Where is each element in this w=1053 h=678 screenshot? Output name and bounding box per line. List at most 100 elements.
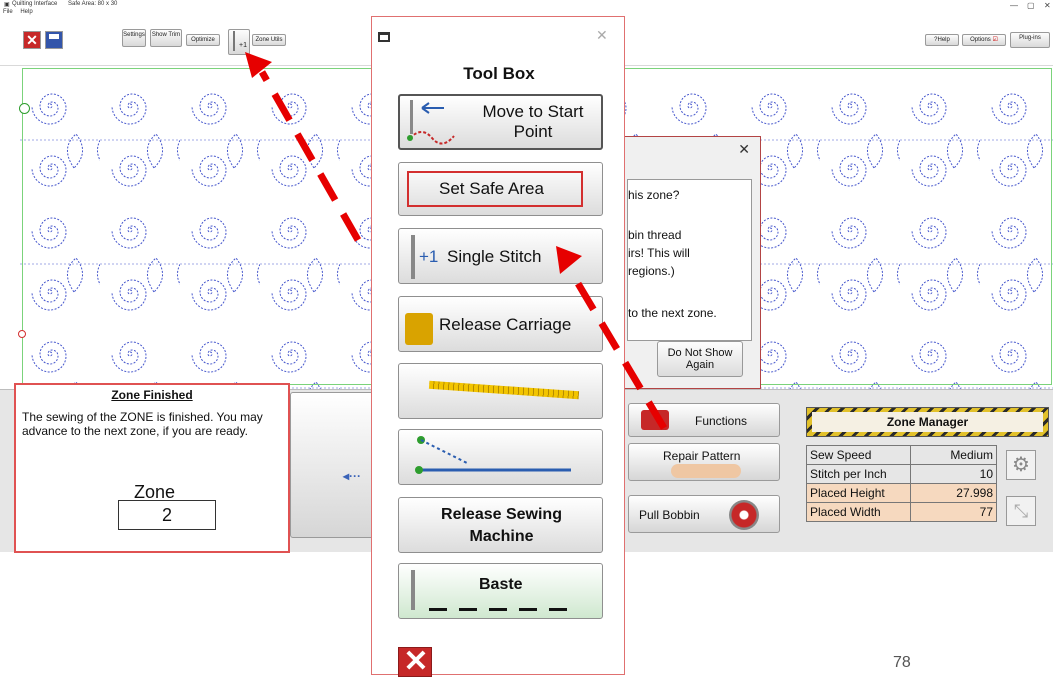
line-tool-button[interactable] [398,429,603,485]
line-tool-icon [415,436,571,474]
dialog-close-icon[interactable]: ✕ [738,141,750,158]
move-to-start-icon [407,100,455,145]
exit-icon[interactable]: ✕ [23,31,41,49]
sew-speed-value[interactable]: Medium [910,445,997,465]
zone-finished-panel: Zone Finished The sewing of the ZONE is … [14,383,290,553]
options-button[interactable]: Options ☑ [962,34,1006,46]
single-stitch-badge: +1 [419,247,439,266]
end-point-marker[interactable] [18,330,26,338]
options-check-icon: ☑ [992,37,998,43]
toolbox-panel: ✕ Tool Box Move to Start Point Set Safe … [371,16,625,677]
baste-stitch-icon [429,608,579,611]
window-icon [378,32,390,42]
stitch-per-inch-value[interactable]: 10 [910,464,997,484]
bandage-icon [671,464,741,478]
show-trim-label: Show Trim [151,32,181,38]
gear-icon[interactable]: ⚙ [1006,450,1036,480]
pull-bobbin-label: Pull Bobbin [639,508,700,522]
zone-manager-table: Sew Speed Medium Stitch per Inch 10 Plac… [806,445,997,522]
resize-icon[interactable]: ⤡ [1006,496,1036,526]
zone-manager-title: Zone Manager [812,412,1043,432]
table-row: Stitch per Inch 10 [806,464,997,484]
message-dialog: ✕ his zone? bin thread irs! This will re… [620,136,761,389]
app-icon: ▣ [4,2,10,8]
start-point-marker[interactable] [19,103,30,114]
stitch-per-inch-label: Stitch per Inch [806,464,911,484]
dialog-line-2: bin thread [628,228,682,242]
ruler-button[interactable] [398,363,603,419]
zone-manager-header[interactable]: Zone Manager [806,407,1049,437]
zone-finished-message: The sewing of the ZONE is finished. You … [22,410,263,438]
plug-ins-button[interactable]: Plug-ins [1010,32,1050,48]
dialog-line-5: to the next zone. [628,306,717,320]
zone-number-field[interactable]: 2 [118,500,216,530]
dialog-line-4: regions.) [628,264,675,278]
app-title: Quilting Interface [12,1,58,7]
placed-width-label: Placed Width [806,502,911,522]
zone-finished-title: Zone Finished [111,388,193,402]
single-stitch-toolbar-button[interactable]: +1 [228,29,250,55]
ruler-icon [428,380,580,400]
minimize-icon[interactable]: — [1010,1,1018,10]
baste-label: Baste [479,576,523,593]
dialog-message: his zone? bin thread irs! This will regi… [627,179,752,341]
maximize-icon[interactable]: ▢ [1027,1,1035,10]
functions-label: Functions [695,414,748,428]
padlock-icon [405,313,433,345]
table-row: Sew Speed Medium [806,445,997,465]
save-icon[interactable] [45,31,63,49]
move-to-start-point-button[interactable]: Move to Start Point [398,94,603,150]
menu-help[interactable]: Help [20,9,32,15]
optimize-label: Optimize [191,37,215,43]
release-sewing-machine-button[interactable]: Release Sewing Machine [398,497,603,553]
single-stitch-toolbar-label: +1 [239,42,247,49]
safe-area-label: Safe Area: 80 x 30 [68,1,118,7]
help-label: ?Help [934,37,950,43]
placed-width-value[interactable]: 77 [910,502,997,522]
repair-pattern-button[interactable]: Repair Pattern [628,443,780,481]
plug-ins-label: Plug-ins [1019,35,1041,41]
arrow-left-icon: ◂··· [343,469,362,483]
needle-icon [411,235,415,279]
needle-icon [411,570,415,610]
single-stitch-label: Single Stitch [447,247,542,266]
show-trim-button[interactable]: Show Trim [150,29,182,47]
set-safe-area-button[interactable]: Set Safe Area [398,162,603,216]
toolbox-title: Tool Box [463,64,535,83]
optimize-button[interactable]: Optimize [186,34,220,46]
help-button[interactable]: ?Help [925,34,959,46]
repair-pattern-label: Repair Pattern [663,449,741,463]
pull-bobbin-button[interactable]: Pull Bobbin [628,495,780,533]
toolbox-icon [641,410,669,430]
sew-speed-label: Sew Speed [806,445,911,465]
options-label: Options [970,37,991,43]
settings-button[interactable]: Settings [122,29,146,47]
table-row: Placed Width 77 [806,502,997,522]
zone-utils-label: Zone Utils [255,37,283,43]
single-stitch-button[interactable]: +1 Single Stitch [398,228,603,284]
needle-icon [233,31,235,51]
settings-label: Settings [123,32,145,38]
close-icon: ✕ [403,645,429,678]
placed-height-label: Placed Height [806,483,911,503]
move-to-start-label: Move to Start Point [482,102,584,141]
toolbox-close-icon[interactable]: ✕ [596,27,608,44]
previous-zone-button[interactable]: ◂··· [290,392,376,538]
baste-button[interactable]: Baste [398,563,603,619]
do-not-show-again-button[interactable]: Do Not Show Again [657,341,743,377]
dialog-line-1: his zone? [628,188,680,202]
bobbin-icon [729,500,759,530]
release-sewing-machine-label: Release Sewing Machine [441,506,562,545]
page-number: 78 [893,654,911,671]
menu-file[interactable]: File [3,9,13,15]
release-carriage-button[interactable]: Release Carriage [398,296,603,352]
menu-bar: File Help [0,9,300,19]
zone-utils-button[interactable]: Zone Utils [252,34,286,46]
dialog-line-3: irs! This will [628,246,690,260]
functions-button[interactable]: Functions [628,403,780,437]
placed-height-value[interactable]: 27.998 [910,483,997,503]
table-row: Placed Height 27.998 [806,483,997,503]
release-carriage-label: Release Carriage [439,315,572,334]
close-window-icon[interactable]: ✕ [1044,1,1051,10]
toolbox-exit-button[interactable]: ✕ [398,647,432,677]
